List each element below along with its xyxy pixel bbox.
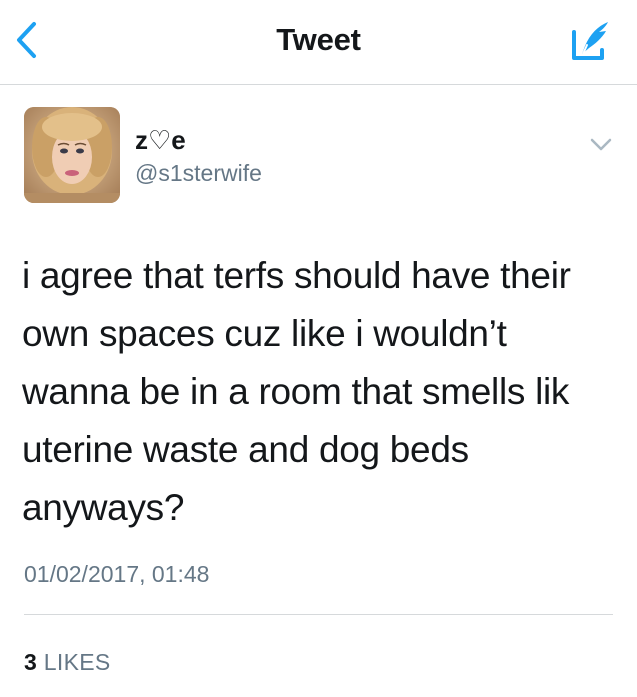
avatar[interactable] (24, 107, 120, 203)
page-title: Tweet (276, 22, 361, 57)
likes-label: LIKES (43, 649, 111, 675)
likes-stat[interactable]: 3 LIKES (24, 649, 111, 676)
author-handle[interactable]: @s1sterwife (135, 159, 262, 187)
tweet-timestamp: 01/02/2017, 01:48 (24, 561, 210, 587)
author-display-name[interactable]: z♡e (135, 125, 186, 155)
divider (24, 614, 613, 615)
compose-tweet-button[interactable] (566, 16, 616, 66)
tweet-menu-button[interactable] (584, 133, 618, 157)
profile-photo (24, 107, 120, 203)
likes-count: 3 (24, 649, 38, 675)
navigation-bar: Tweet (0, 0, 637, 85)
chevron-down-icon (590, 138, 612, 151)
tweet-text: i agree that terfs should have their own… (22, 255, 571, 528)
compose-tweet-icon (572, 22, 608, 60)
